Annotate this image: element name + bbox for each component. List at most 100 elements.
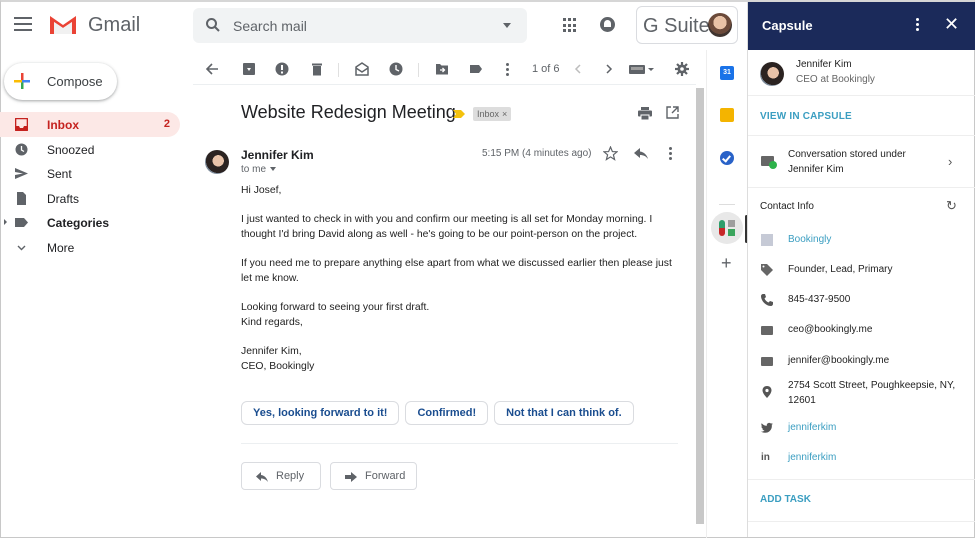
compose-label: Compose: [47, 74, 103, 89]
add-task-link[interactable]: ADD TASK: [760, 494, 811, 505]
notifications-icon[interactable]: [600, 17, 615, 32]
back-arrow-icon[interactable]: [205, 62, 219, 76]
archive-icon[interactable]: [242, 62, 256, 76]
newer-chevron-icon[interactable]: [571, 62, 585, 76]
sender-name[interactable]: Jennifer Kim: [241, 148, 314, 162]
close-icon[interactable]: ✕: [944, 15, 959, 33]
labels-icon[interactable]: [469, 62, 483, 76]
get-addons-icon[interactable]: +: [721, 254, 732, 272]
email-subject: Website Redesign Meeting: [241, 102, 456, 122]
search-bar[interactable]: [193, 8, 527, 43]
search-input[interactable]: [233, 16, 483, 36]
sender-avatar[interactable]: [205, 150, 229, 174]
more-options-icon[interactable]: [669, 147, 673, 161]
smart-reply-button[interactable]: Confirmed!: [405, 401, 489, 425]
twitter-link[interactable]: jenniferkim: [788, 420, 968, 435]
smart-reply-button[interactable]: Yes, looking forward to it!: [241, 401, 400, 425]
pagination-text: 1 of 6: [532, 63, 560, 75]
remove-label-icon[interactable]: ×: [502, 109, 507, 119]
sidebar-item-categories[interactable]: Categories: [0, 210, 180, 235]
toolbar-divider: [338, 63, 339, 77]
linkedin-icon: in: [761, 452, 770, 463]
sidebar-item-more[interactable]: More: [0, 235, 180, 260]
contact-info-heading: Contact Info: [760, 201, 814, 212]
capsule-header: Capsule ✕: [748, 2, 975, 50]
email-paragraph: Looking forward to seeing your first dra…: [241, 302, 430, 328]
show-details-icon[interactable]: [270, 167, 277, 172]
older-chevron-icon[interactable]: [602, 62, 616, 76]
smart-reply-button[interactable]: Not that I can think of.: [494, 401, 634, 425]
email-paragraph: If you need me to prepare anything else …: [241, 258, 672, 284]
delete-icon[interactable]: [310, 62, 324, 76]
tasks-app-icon[interactable]: [720, 151, 734, 165]
reply-button[interactable]: Reply: [241, 462, 321, 490]
calendar-app-icon[interactable]: 31: [720, 66, 734, 80]
email-paragraph: Hi Josef,: [241, 185, 282, 196]
importance-marker-icon[interactable]: [453, 110, 465, 118]
stored-text-line: Conversation stored under: [788, 149, 906, 160]
main-menu-icon[interactable]: [14, 17, 32, 31]
sidebar-item-label: More: [47, 240, 75, 255]
mark-unread-icon[interactable]: [355, 62, 369, 76]
draft-icon: [17, 191, 26, 205]
check-icon: [769, 161, 777, 169]
forward-label: Forward: [365, 470, 406, 482]
mail-icon: [761, 357, 773, 366]
contact-name: Jennifer Kim: [796, 59, 852, 70]
account-avatar[interactable]: [708, 13, 732, 37]
view-in-capsule-link[interactable]: VIEW IN CAPSULE: [760, 111, 852, 122]
address-text: 2754 Scott Street, Poughkeepsie, NY, 126…: [788, 380, 956, 406]
search-icon[interactable]: [205, 17, 221, 33]
print-icon[interactable]: [638, 107, 652, 120]
keep-app-icon[interactable]: [720, 108, 734, 122]
plus-icon: [14, 73, 30, 89]
more-actions-icon[interactable]: [506, 63, 510, 77]
snooze-icon[interactable]: [389, 62, 403, 76]
capsule-panel: Capsule ✕ Jennifer Kim CEO at Bookingly …: [747, 2, 975, 537]
phone-icon: [761, 294, 773, 306]
forward-button[interactable]: Forward: [330, 462, 417, 490]
label-icon: [15, 218, 28, 228]
email-text[interactable]: jennifer@bookingly.me: [788, 353, 968, 368]
view-in-capsule-row: VIEW IN CAPSULE: [748, 96, 975, 136]
open-in-new-window-icon[interactable]: [666, 106, 679, 119]
organization-icon: [761, 234, 773, 246]
divider: [241, 443, 678, 444]
input-tools-icon[interactable]: [629, 62, 655, 76]
email-text[interactable]: ceo@bookingly.me: [788, 322, 968, 337]
twitter-icon: [761, 422, 773, 433]
settings-gear-icon[interactable]: [675, 62, 689, 76]
inbox-icon: [15, 118, 28, 131]
sidebar-item-snoozed[interactable]: Snoozed: [0, 137, 180, 162]
forward-icon: [345, 472, 357, 482]
compose-button[interactable]: Compose: [4, 63, 117, 100]
sidebar-item-drafts[interactable]: Drafts: [0, 186, 180, 211]
unread-count: 2: [163, 118, 170, 130]
google-apps-icon[interactable]: [563, 18, 578, 33]
scrollbar[interactable]: [696, 88, 704, 524]
star-icon[interactable]: [603, 146, 618, 161]
account-switcher[interactable]: G Suite: [636, 6, 738, 44]
sidebar-item-inbox[interactable]: Inbox 2: [0, 112, 180, 137]
refresh-icon[interactable]: ↻: [946, 199, 957, 212]
phone-text[interactable]: 845-437-9500: [788, 292, 968, 307]
capsule-addon-icon[interactable]: [711, 212, 743, 244]
recipient-details[interactable]: to me: [241, 164, 277, 175]
chevron-right-icon[interactable]: ›: [948, 154, 952, 169]
expand-icon[interactable]: [4, 219, 7, 226]
reply-label: Reply: [276, 470, 305, 482]
clock-icon: [15, 143, 28, 156]
conversation-stored-row[interactable]: Conversation stored under Jennifer Kim ›: [748, 136, 975, 188]
reply-icon[interactable]: [634, 148, 648, 160]
stored-text: Conversation stored under Jennifer Kim: [788, 147, 906, 177]
report-spam-icon[interactable]: [275, 62, 289, 76]
reply-icon: [256, 472, 268, 482]
organization-link[interactable]: Bookingly: [788, 232, 968, 247]
stored-text-line: Jennifer Kim: [788, 164, 844, 175]
linkedin-link[interactable]: jenniferkim: [788, 450, 968, 465]
capsule-more-icon[interactable]: [916, 18, 920, 32]
move-to-icon[interactable]: [435, 62, 449, 76]
sidebar-item-sent[interactable]: Sent: [0, 161, 180, 186]
contact-avatar: [760, 62, 784, 86]
search-options-icon[interactable]: [503, 23, 511, 28]
